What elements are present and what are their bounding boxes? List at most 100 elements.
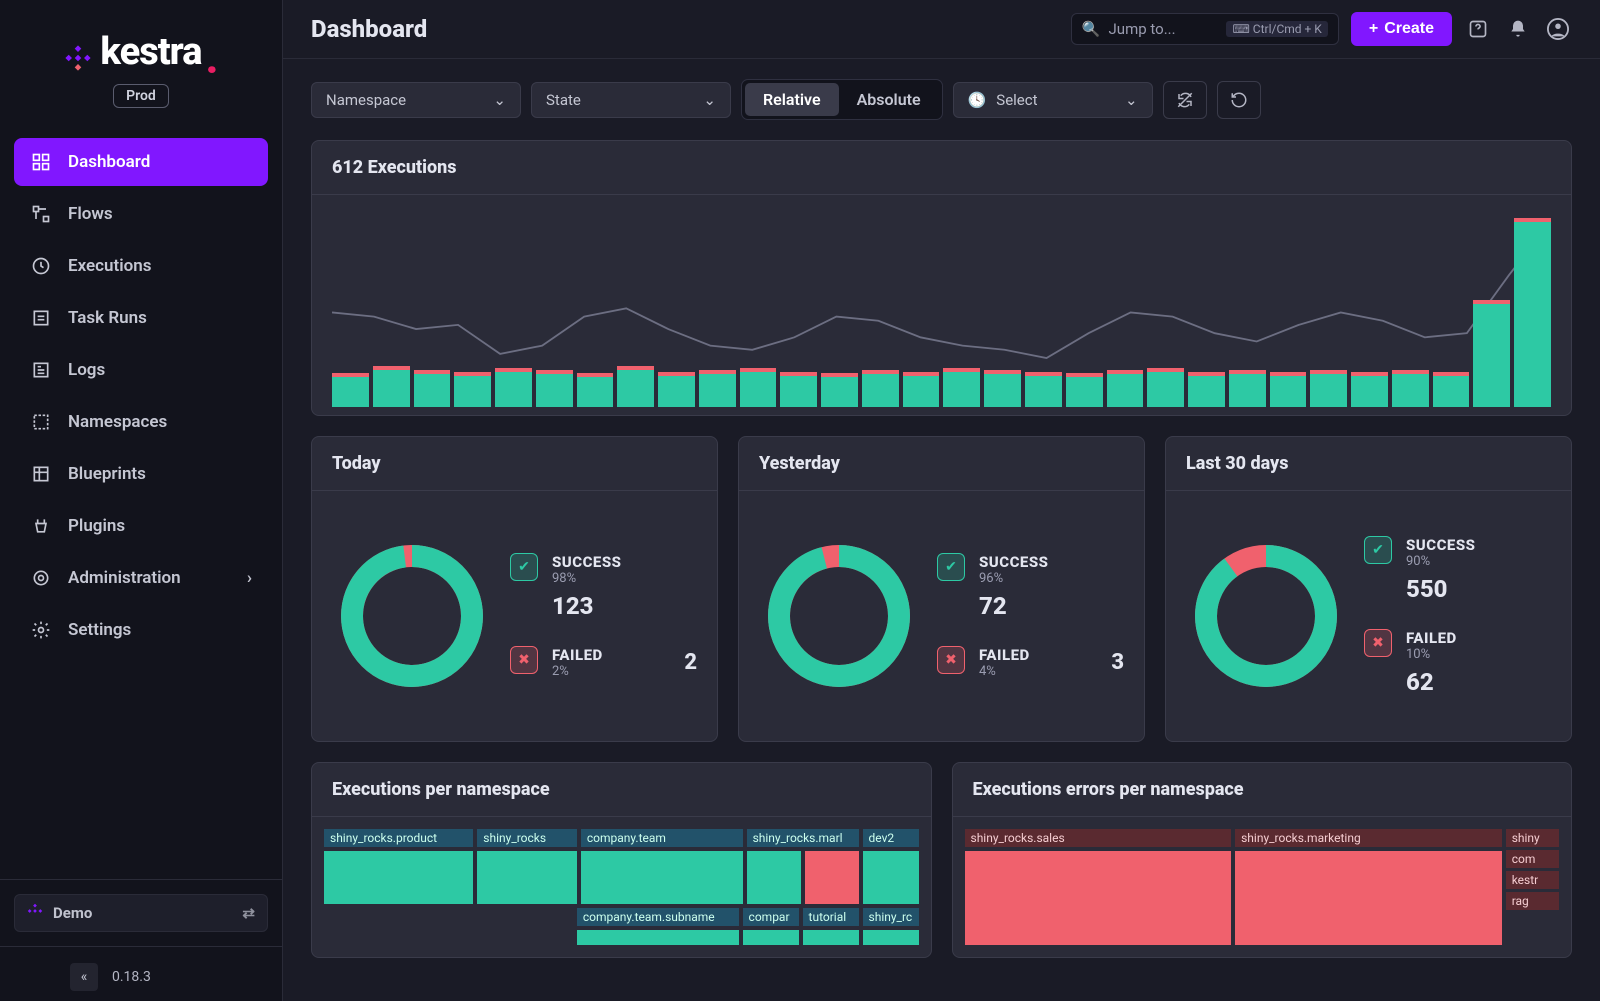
chart-bar[interactable] [1433,376,1470,407]
treemap-cell[interactable]: shiny_rocks.product [324,829,473,847]
treemap-cell[interactable] [743,930,799,945]
treemap-cell[interactable]: kestr [1506,871,1559,889]
treemap-cell[interactable] [581,851,743,904]
chart-bar-fail [495,368,532,372]
chart-bar[interactable] [740,372,777,407]
success-label: SUCCESS [979,553,1048,571]
bell-icon[interactable] [1504,15,1532,43]
sidebar-item-plugins[interactable]: Plugins [14,502,268,550]
treemap-cell[interactable] [863,930,919,945]
toggle-autorefresh-button[interactable] [1163,81,1207,119]
sidebar-item-flows[interactable]: Flows [14,190,268,238]
chart-bar[interactable] [332,377,369,407]
treemap-cell[interactable]: com [1506,850,1559,868]
failed-pct: 2% [552,664,603,679]
chart-bar[interactable] [903,376,940,407]
date-select[interactable]: 🕓 Select ⌄ [953,82,1153,118]
chart-bar[interactable] [1310,374,1347,407]
stat-failed: ✖ FAILED 10% 62 [1364,629,1551,696]
treemap-cell[interactable]: dev2 [863,829,919,847]
context-switcher[interactable]: Demo ⇄ [14,894,268,932]
treemap-cell[interactable]: company.team [581,829,743,847]
card-title: Executions per namespace [312,763,931,817]
treemap-cell[interactable] [477,851,577,904]
help-icon[interactable] [1464,15,1492,43]
namespace-select[interactable]: Namespace ⌄ [311,82,521,118]
treemap-cell[interactable]: compar [743,908,799,926]
sidebar-item-label: Logs [68,360,105,380]
chart-bar[interactable] [1392,374,1429,407]
chart-bar[interactable] [617,370,654,407]
segment-absolute[interactable]: Absolute [839,83,939,116]
chart-bar[interactable] [414,374,451,407]
treemap-cell[interactable] [324,851,473,904]
chart-bar[interactable] [454,376,491,407]
chart-bar[interactable] [1147,372,1184,407]
treemap-cell[interactable]: shiny_rocks.marl [747,829,859,847]
chart-bar[interactable] [1514,222,1551,407]
chart-bar[interactable] [1229,374,1266,407]
treemap-cell[interactable] [965,851,1232,945]
chart-bar[interactable] [495,372,532,407]
chart-bar[interactable] [780,376,817,407]
chart-bar[interactable] [1270,376,1307,407]
treemap-cell[interactable] [805,851,859,904]
treemap-cell[interactable]: shiny_rocks [477,829,577,847]
sidebar-item-administration[interactable]: Administration › [14,554,268,602]
create-button[interactable]: + Create [1351,12,1452,46]
treemap-cell[interactable]: tutorial [803,908,859,926]
chart-bar[interactable] [1066,377,1103,407]
treemap-cell[interactable]: shiny [1506,829,1559,847]
treemap-cell[interactable] [577,930,739,945]
treemap-cell[interactable]: shiny_rc [863,908,919,926]
chart-bar-fail [617,366,654,370]
content: 612 Executions Today ✔ S [283,120,1600,1001]
chart-bar[interactable] [577,377,614,407]
failed-count: 62 [1406,668,1457,696]
sidebar-item-label: Administration [68,568,181,588]
chart-bar-fail [1351,372,1388,376]
sidebar-item-blueprints[interactable]: Blueprints [14,450,268,498]
chart-bar[interactable] [536,374,573,407]
treemap-cell[interactable]: rag [1506,892,1559,910]
x-circle-icon: ✖ [1364,629,1392,657]
treemap-cell[interactable] [863,851,919,904]
clock-play-icon [30,255,52,277]
user-avatar-icon[interactable] [1544,15,1572,43]
chart-bar[interactable] [1107,374,1144,407]
sidebar-item-namespaces[interactable]: Namespaces [14,398,268,446]
sidebar-item-dashboard[interactable]: Dashboard [14,138,268,186]
state-select[interactable]: State ⌄ [531,82,731,118]
chart-bar[interactable] [1188,376,1225,407]
refresh-button[interactable] [1217,81,1261,119]
stat-success: ✔ SUCCESS 96% 72 [937,553,1124,620]
sidebar-item-logs[interactable]: Logs [14,346,268,394]
sidebar-item-executions[interactable]: Executions [14,242,268,290]
chart-bar[interactable] [373,370,410,407]
chart-bar[interactable] [821,377,858,407]
treemap-cell[interactable] [1235,851,1502,945]
chart-bar[interactable] [862,374,899,407]
treemap-cell[interactable]: company.team.subname [577,908,739,926]
collapse-sidebar-button[interactable]: « [70,963,98,991]
treemap-cell[interactable] [803,930,859,945]
treemap-cell[interactable] [747,851,801,904]
chart-bar[interactable] [658,376,695,407]
search-input[interactable]: 🔍 Jump to... ⌨ Ctrl/Cmd + K [1071,13,1339,45]
donut-chart [759,536,919,696]
chart-bar[interactable] [984,374,1021,407]
treemap-cell[interactable]: shiny_rocks.marketing [1235,829,1502,847]
time-mode-segment: Relative Absolute [741,79,943,120]
chevron-down-icon: ⌄ [703,91,716,109]
chart-bar[interactable] [943,372,980,407]
period-card: Yesterday ✔ SUCCESS 96% 72 ✖ [738,436,1145,742]
chart-bar[interactable] [1351,376,1388,407]
chart-bar[interactable] [1025,376,1062,407]
chart-bar[interactable] [699,374,736,407]
segment-relative[interactable]: Relative [745,83,839,116]
chart-bar[interactable] [1473,304,1510,407]
sidebar-item-settings[interactable]: Settings [14,606,268,654]
treemap-cell[interactable]: shiny_rocks.sales [965,829,1232,847]
logo-text: kestra [100,30,201,74]
sidebar-item-taskruns[interactable]: Task Runs [14,294,268,342]
